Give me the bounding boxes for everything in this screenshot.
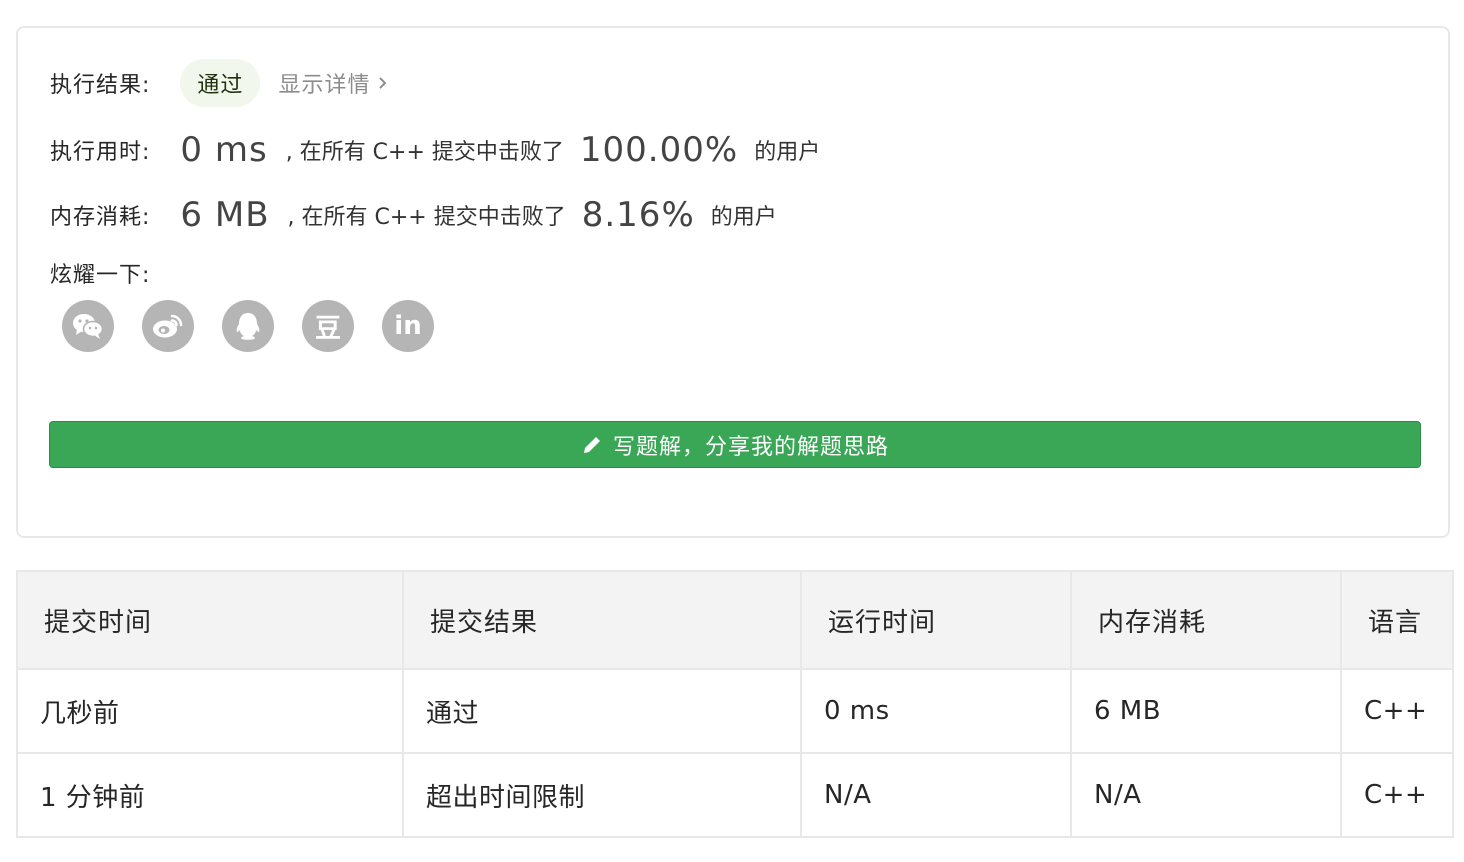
memory-label: 内存消耗: (50, 205, 151, 230)
result-row: 执行结果: 通过 显示详情 (50, 58, 387, 108)
memory-value: 6 MB (180, 195, 270, 235)
show-details-label: 显示详情 (278, 73, 371, 98)
cell-language: C++ (1340, 668, 1454, 754)
share-label: 炫耀一下: (50, 263, 151, 288)
cell-runtime: N/A (800, 752, 1072, 838)
runtime-percent: 100.00% (579, 130, 739, 170)
runtime-beat-text: , 在所有 C++ 提交中击败了 (285, 140, 564, 165)
runtime-tail: 的用户 (754, 140, 821, 165)
result-card: 执行结果: 通过 显示详情 执行用时: 0 ms , 在所有 C++ 提交中击败… (16, 26, 1450, 538)
header-memory[interactable]: 内存消耗 (1070, 570, 1342, 670)
cell-submit-time: 1 分钟前 (16, 752, 404, 838)
qq-share-button[interactable] (222, 300, 274, 352)
memory-beat-text: , 在所有 C++ 提交中击败了 (287, 205, 566, 230)
table-header-row: 提交时间 提交结果 运行时间 内存消耗 语言 (16, 570, 1454, 670)
table-row[interactable]: 1 分钟前 超出时间限制 N/A N/A C++ (16, 752, 1454, 838)
memory-row: 内存消耗: 6 MB , 在所有 C++ 提交中击败了 8.16% 的用户 (50, 190, 777, 240)
wechat-icon (73, 314, 104, 339)
douban-icon: 豆 (314, 313, 341, 344)
runtime-label: 执行用时: (50, 140, 151, 165)
share-row: 炫耀一下: (50, 256, 150, 290)
cell-submit-time: 几秒前 (16, 668, 404, 754)
memory-tail: 的用户 (710, 205, 777, 230)
submissions-table: 提交时间 提交结果 运行时间 内存消耗 语言 几秒前 通过 0 ms 6 MB … (16, 570, 1454, 838)
cell-runtime: 0 ms (800, 668, 1072, 754)
cell-language: C++ (1340, 752, 1454, 838)
chevron-right-icon (379, 77, 387, 89)
weibo-icon (153, 314, 183, 338)
wechat-share-button[interactable] (62, 300, 114, 352)
douban-share-button[interactable]: 豆 (302, 300, 354, 352)
qq-icon (236, 313, 260, 340)
table-row[interactable]: 几秒前 通过 0 ms 6 MB C++ (16, 668, 1454, 754)
cell-memory: 6 MB (1070, 668, 1342, 754)
memory-percent: 8.16% (581, 195, 695, 235)
status-badge: 通过 (180, 59, 261, 107)
write-solution-label: 写题解，分享我的解题思路 (612, 434, 889, 460)
write-solution-button[interactable]: 写题解，分享我的解题思路 (49, 421, 1421, 468)
cell-result-link[interactable]: 通过 (402, 668, 802, 754)
weibo-share-button[interactable] (142, 300, 194, 352)
runtime-row: 执行用时: 0 ms , 在所有 C++ 提交中击败了 100.00% 的用户 (50, 125, 820, 175)
social-share-bar: 豆 in (62, 300, 462, 352)
cell-memory: N/A (1070, 752, 1342, 838)
runtime-value: 0 ms (180, 130, 268, 170)
pencil-icon (583, 436, 600, 453)
header-submit-result[interactable]: 提交结果 (402, 570, 802, 670)
result-label: 执行结果: (50, 73, 151, 98)
linkedin-icon: in (394, 311, 422, 341)
header-language[interactable]: 语言 (1340, 570, 1454, 670)
header-submit-time[interactable]: 提交时间 (16, 570, 404, 670)
show-details-link[interactable]: 显示详情 (278, 67, 387, 99)
linkedin-share-button[interactable]: in (382, 300, 434, 352)
cell-result-link[interactable]: 超出时间限制 (402, 752, 802, 838)
header-runtime[interactable]: 运行时间 (800, 570, 1072, 670)
